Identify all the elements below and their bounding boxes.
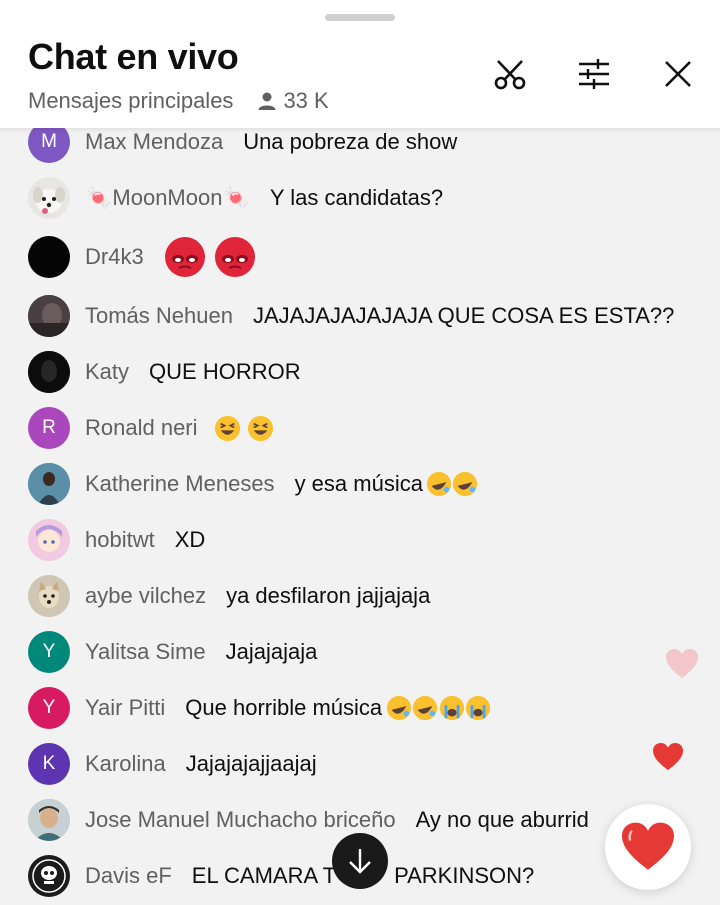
- message-text: Jajajajaja: [225, 639, 318, 664]
- dog-avatar-icon: [33, 187, 65, 214]
- avatar[interactable]: R: [28, 407, 70, 449]
- message-author[interactable]: Katherine Meneses: [85, 471, 275, 497]
- chat-message[interactable]: Y Yair Pitti Que horrible música: [0, 680, 720, 736]
- sliders-icon: [579, 59, 609, 89]
- photo-avatar-icon: [28, 351, 70, 393]
- dog-avatar-icon: [28, 575, 70, 617]
- chat-mode-label: Mensajes principales: [28, 88, 234, 113]
- avatar[interactable]: [28, 177, 70, 219]
- drag-handle[interactable]: [325, 14, 395, 21]
- avatar[interactable]: K: [28, 743, 70, 785]
- anime-avatar-icon: [28, 519, 70, 561]
- live-chat-sheet: Chat en vivo Mensajes principales 33 K M…: [0, 0, 720, 905]
- grinning-squint-emoji: [247, 415, 273, 441]
- message-text: y esa música: [294, 471, 423, 496]
- message-text: EL CAMARA T: [191, 863, 337, 888]
- rofl-emoji: [413, 695, 438, 721]
- grinning-squint-emoji: [214, 415, 240, 441]
- chat-title: Chat en vivo: [28, 36, 239, 77]
- message-author[interactable]: Max Mendoza: [85, 129, 223, 155]
- avatar-initial: Y: [42, 641, 56, 662]
- message-author[interactable]: 🍬MoonMoon🍬: [85, 185, 250, 211]
- avatar-initial: R: [42, 417, 56, 438]
- chat-message[interactable]: hobitwt XD: [0, 512, 720, 568]
- floating-heart: [652, 742, 684, 777]
- message-author[interactable]: Dr4k3: [85, 244, 144, 270]
- avatar-initial: Y: [42, 697, 56, 718]
- viewer-count: 33 K: [257, 88, 329, 114]
- avatar[interactable]: Y: [28, 687, 70, 729]
- rofl-emoji: [452, 471, 478, 497]
- chat-message[interactable]: Katherine Meneses y esa música: [0, 456, 720, 512]
- photo-avatar-icon: [28, 463, 70, 505]
- message-text: Y las candidatas?: [269, 185, 444, 210]
- message-author[interactable]: Yair Pitti: [85, 695, 165, 721]
- red-face-emoji: [214, 237, 255, 277]
- arrow-down-icon: [349, 849, 371, 874]
- avatar[interactable]: [28, 519, 70, 561]
- message-author[interactable]: Karolina: [85, 751, 166, 777]
- message-text: Una pobreza de show: [243, 129, 458, 154]
- message-text-tail: PARKINSON?: [394, 863, 535, 888]
- crying-emoji: [466, 695, 491, 721]
- heart-icon: [653, 742, 683, 771]
- chat-header: Chat en vivo Mensajes principales 33 K: [0, 0, 720, 128]
- message-text: Jajajajajjaajaj: [185, 751, 317, 776]
- message-author[interactable]: Jose Manuel Muchacho briceño: [85, 807, 396, 833]
- reaction-button[interactable]: [605, 804, 691, 890]
- avatar[interactable]: [28, 463, 70, 505]
- chat-message[interactable]: Tomás Nehuen JAJAJAJAJAJAJA QUE COSA ES …: [0, 288, 720, 344]
- photo-avatar-icon: [28, 295, 70, 337]
- avatar[interactable]: [28, 351, 70, 393]
- avatar[interactable]: [28, 295, 70, 337]
- message-author[interactable]: hobitwt: [85, 527, 155, 553]
- rofl-emoji: [426, 471, 452, 497]
- message-text: XD: [174, 527, 206, 552]
- avatar-initial: K: [42, 753, 56, 774]
- avatar[interactable]: Y: [28, 631, 70, 673]
- chat-message[interactable]: Y Yalitsa Sime Jajajajaja: [0, 624, 720, 680]
- avatar[interactable]: [28, 575, 70, 617]
- scissors-icon: [494, 60, 526, 90]
- chat-message[interactable]: 🍬MoonMoon🍬 Y las candidatas?: [0, 170, 720, 226]
- chat-message[interactable]: aybe vilchez ya desfilaron jajjajaja: [0, 568, 720, 624]
- chat-message[interactable]: K Karolina Jajajajajjaajaj: [0, 736, 720, 792]
- message-text: Ay no que aburrid: [415, 807, 589, 832]
- avatar[interactable]: [28, 236, 70, 278]
- avatar-initial: M: [41, 131, 57, 152]
- avatar[interactable]: [28, 799, 70, 841]
- chat-settings-button[interactable]: [572, 52, 616, 96]
- message-author[interactable]: Tomás Nehuen: [85, 303, 233, 329]
- message-text: ya desfilaron jajjajaja: [226, 583, 431, 608]
- close-icon: [665, 61, 691, 87]
- message-author[interactable]: Yalitsa Sime: [85, 639, 206, 665]
- clip-button[interactable]: [488, 52, 532, 96]
- photo-avatar-icon: [28, 799, 70, 841]
- message-author[interactable]: Davis eF: [85, 863, 172, 889]
- viewer-count-value: 33 K: [283, 88, 329, 113]
- message-author[interactable]: Ronald neri: [85, 415, 198, 441]
- message-author[interactable]: aybe vilchez: [85, 583, 206, 609]
- message-text: JAJAJAJAJAJAJA QUE COSA ES ESTA??: [252, 303, 675, 328]
- message-text: Que horrible música: [185, 695, 383, 720]
- close-button[interactable]: [656, 52, 700, 96]
- heart-icon: [622, 822, 674, 870]
- crying-emoji: [440, 695, 465, 721]
- chat-mode-selector[interactable]: Mensajes principales 33 K: [28, 88, 329, 114]
- rofl-emoji: [387, 695, 412, 721]
- avatar[interactable]: [28, 855, 70, 897]
- skull-logo-icon: [29, 856, 69, 896]
- person-icon: [258, 92, 276, 110]
- message-author[interactable]: Katy: [85, 359, 129, 385]
- chat-message[interactable]: Katy QUE HORROR: [0, 344, 720, 400]
- message-text: QUE HORROR: [149, 359, 301, 384]
- red-face-emoji: [164, 237, 205, 277]
- floating-heart: [665, 648, 699, 685]
- scroll-to-bottom-button[interactable]: [332, 833, 388, 889]
- chat-message[interactable]: Dr4k3: [0, 226, 720, 288]
- heart-icon: [666, 649, 698, 678]
- chat-message[interactable]: R Ronald neri: [0, 400, 720, 456]
